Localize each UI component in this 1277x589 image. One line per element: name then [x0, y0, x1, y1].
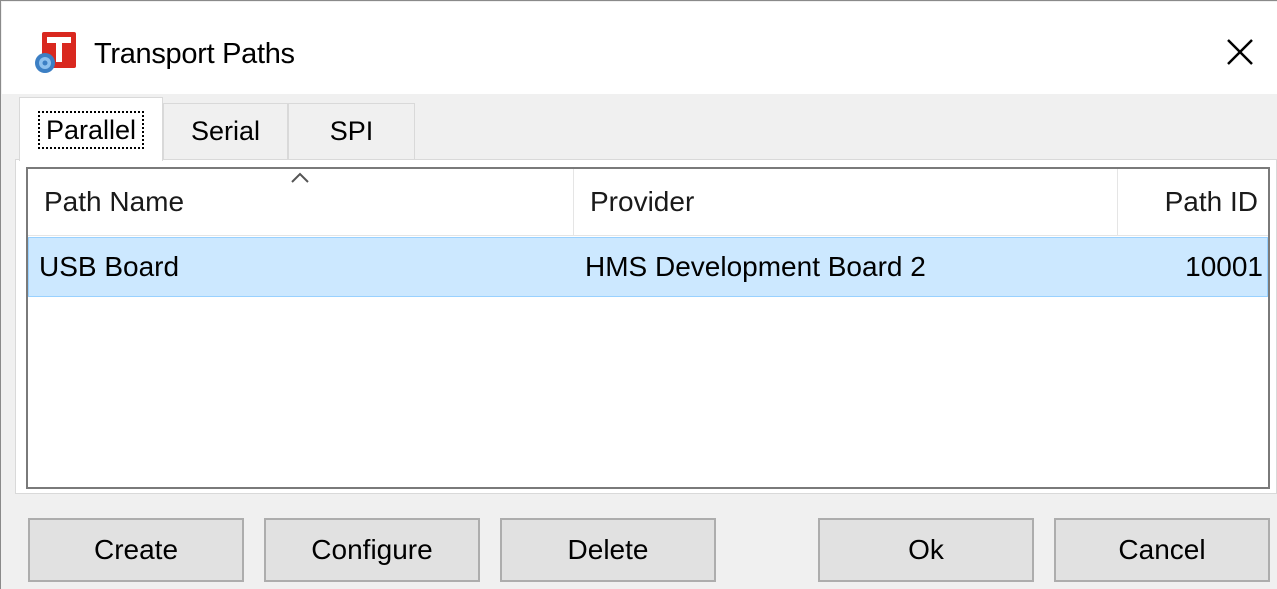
- ok-button[interactable]: Ok: [818, 518, 1034, 582]
- tab-serial[interactable]: Serial: [163, 103, 288, 159]
- tab-serial-label: Serial: [190, 116, 261, 146]
- cell-provider: HMS Development Board 2: [585, 251, 926, 282]
- tab-spi-label: SPI: [329, 116, 374, 146]
- configure-button[interactable]: Configure: [264, 518, 480, 582]
- cell-path-name: USB Board: [39, 251, 180, 282]
- table-row[interactable]: USB Board HMS Development Board 2 10001: [28, 237, 1268, 297]
- title-bar[interactable]: Transport Paths: [2, 2, 1277, 94]
- create-button[interactable]: Create: [28, 518, 244, 582]
- window-title: Transport Paths: [94, 38, 295, 70]
- delete-button[interactable]: Delete: [500, 518, 716, 582]
- column-header-path-name-label: Path Name: [44, 186, 185, 217]
- column-header-path-id-label: Path ID: [1164, 186, 1258, 217]
- column-header-path-id[interactable]: Path ID: [1118, 169, 1268, 235]
- sort-ascending-icon: [290, 171, 310, 183]
- column-header-provider-label: Provider: [590, 186, 695, 217]
- column-header-provider[interactable]: Provider: [574, 169, 1118, 235]
- list-header: Path Name Provider Path ID: [28, 169, 1268, 236]
- paths-list-view[interactable]: Path Name Provider Path ID USB Board HMS…: [26, 167, 1270, 489]
- transport-paths-dialog: Transport Paths Parallel Serial SPI Path…: [0, 0, 1277, 589]
- app-t-icon: [34, 30, 80, 76]
- tab-pane-parallel: Path Name Provider Path ID USB Board HMS…: [15, 159, 1277, 494]
- tab-parallel-label: Parallel: [37, 110, 145, 149]
- cell-path-id: 10001: [1185, 251, 1263, 282]
- tab-spi[interactable]: SPI: [288, 103, 415, 159]
- tab-parallel[interactable]: Parallel: [19, 97, 163, 161]
- tab-strip: Parallel Serial SPI: [13, 97, 1275, 161]
- close-icon[interactable]: [1220, 32, 1260, 72]
- cancel-button[interactable]: Cancel: [1054, 518, 1270, 582]
